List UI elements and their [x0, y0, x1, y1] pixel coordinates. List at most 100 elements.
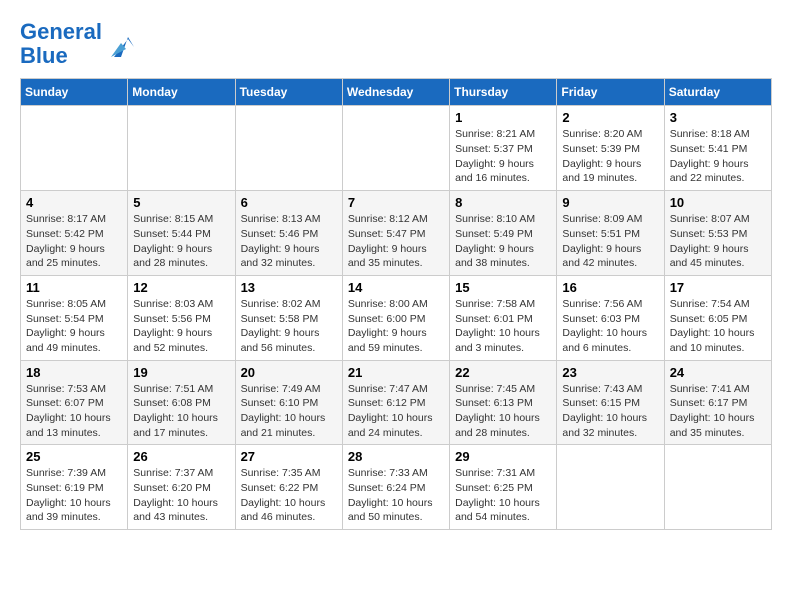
calendar-cell [235, 106, 342, 191]
day-info: Sunrise: 8:09 AM Sunset: 5:51 PM Dayligh… [562, 212, 658, 271]
page-header: General Blue [20, 20, 772, 68]
calendar-cell: 16 Sunrise: 7:56 AM Sunset: 6:03 PM Dayli… [557, 275, 664, 360]
day-info: Sunrise: 8:10 AM Sunset: 5:49 PM Dayligh… [455, 212, 551, 271]
day-number: 17 [670, 280, 766, 295]
day-number: 18 [26, 365, 122, 380]
calendar-cell [21, 106, 128, 191]
calendar-cell: 25 Sunrise: 7:39 AM Sunset: 6:19 PM Dayli… [21, 445, 128, 530]
day-info: Sunrise: 7:53 AM Sunset: 6:07 PM Dayligh… [26, 382, 122, 441]
day-info: Sunrise: 7:31 AM Sunset: 6:25 PM Dayligh… [455, 466, 551, 525]
week-row-5: 25 Sunrise: 7:39 AM Sunset: 6:19 PM Dayli… [21, 445, 772, 530]
weekday-header-tuesday: Tuesday [235, 79, 342, 106]
day-info: Sunrise: 7:54 AM Sunset: 6:05 PM Dayligh… [670, 297, 766, 356]
day-info: Sunrise: 8:20 AM Sunset: 5:39 PM Dayligh… [562, 127, 658, 186]
week-row-2: 4 Sunrise: 8:17 AM Sunset: 5:42 PM Daylig… [21, 191, 772, 276]
day-number: 20 [241, 365, 337, 380]
calendar-cell: 7 Sunrise: 8:12 AM Sunset: 5:47 PM Daylig… [342, 191, 449, 276]
day-number: 16 [562, 280, 658, 295]
day-info: Sunrise: 7:49 AM Sunset: 6:10 PM Dayligh… [241, 382, 337, 441]
logo-icon [106, 29, 136, 59]
day-number: 13 [241, 280, 337, 295]
day-number: 15 [455, 280, 551, 295]
day-info: Sunrise: 7:35 AM Sunset: 6:22 PM Dayligh… [241, 466, 337, 525]
logo-blue: Blue [20, 43, 68, 68]
weekday-header-saturday: Saturday [664, 79, 771, 106]
week-row-4: 18 Sunrise: 7:53 AM Sunset: 6:07 PM Dayli… [21, 360, 772, 445]
day-info: Sunrise: 8:15 AM Sunset: 5:44 PM Dayligh… [133, 212, 229, 271]
weekday-header-friday: Friday [557, 79, 664, 106]
calendar-cell [557, 445, 664, 530]
day-info: Sunrise: 7:39 AM Sunset: 6:19 PM Dayligh… [26, 466, 122, 525]
day-number: 25 [26, 449, 122, 464]
calendar-cell: 23 Sunrise: 7:43 AM Sunset: 6:15 PM Dayli… [557, 360, 664, 445]
day-info: Sunrise: 7:56 AM Sunset: 6:03 PM Dayligh… [562, 297, 658, 356]
calendar-table: SundayMondayTuesdayWednesdayThursdayFrid… [20, 78, 772, 530]
calendar-cell: 22 Sunrise: 7:45 AM Sunset: 6:13 PM Dayli… [450, 360, 557, 445]
day-number: 7 [348, 195, 444, 210]
weekday-header-wednesday: Wednesday [342, 79, 449, 106]
day-info: Sunrise: 7:37 AM Sunset: 6:20 PM Dayligh… [133, 466, 229, 525]
day-info: Sunrise: 8:21 AM Sunset: 5:37 PM Dayligh… [455, 127, 551, 186]
calendar-cell: 19 Sunrise: 7:51 AM Sunset: 6:08 PM Dayli… [128, 360, 235, 445]
day-info: Sunrise: 8:07 AM Sunset: 5:53 PM Dayligh… [670, 212, 766, 271]
calendar-cell: 14 Sunrise: 8:00 AM Sunset: 6:00 PM Dayli… [342, 275, 449, 360]
day-info: Sunrise: 8:13 AM Sunset: 5:46 PM Dayligh… [241, 212, 337, 271]
day-info: Sunrise: 8:18 AM Sunset: 5:41 PM Dayligh… [670, 127, 766, 186]
day-number: 29 [455, 449, 551, 464]
logo-general: General [20, 19, 102, 44]
day-info: Sunrise: 7:51 AM Sunset: 6:08 PM Dayligh… [133, 382, 229, 441]
calendar-cell [664, 445, 771, 530]
logo: General Blue [20, 20, 136, 68]
calendar-cell: 9Sunrise: 8:09 AM Sunset: 5:51 PM Daylig… [557, 191, 664, 276]
day-number: 10 [670, 195, 766, 210]
calendar-cell: 11Sunrise: 8:05 AM Sunset: 5:54 PM Dayli… [21, 275, 128, 360]
day-number: 23 [562, 365, 658, 380]
weekday-header-monday: Monday [128, 79, 235, 106]
day-number: 1 [455, 110, 551, 125]
day-info: Sunrise: 7:33 AM Sunset: 6:24 PM Dayligh… [348, 466, 444, 525]
calendar-cell: 28 Sunrise: 7:33 AM Sunset: 6:24 PM Dayli… [342, 445, 449, 530]
calendar-cell: 13 Sunrise: 8:02 AM Sunset: 5:58 PM Dayli… [235, 275, 342, 360]
calendar-cell: 10 Sunrise: 8:07 AM Sunset: 5:53 PM Dayli… [664, 191, 771, 276]
day-number: 19 [133, 365, 229, 380]
day-info: Sunrise: 7:58 AM Sunset: 6:01 PM Dayligh… [455, 297, 551, 356]
day-number: 24 [670, 365, 766, 380]
day-number: 6 [241, 195, 337, 210]
calendar-cell: 29 Sunrise: 7:31 AM Sunset: 6:25 PM Dayli… [450, 445, 557, 530]
calendar-cell [128, 106, 235, 191]
day-number: 2 [562, 110, 658, 125]
calendar-cell: 24Sunrise: 7:41 AM Sunset: 6:17 PM Dayli… [664, 360, 771, 445]
day-number: 4 [26, 195, 122, 210]
calendar-cell: 3Sunrise: 8:18 AM Sunset: 5:41 PM Daylig… [664, 106, 771, 191]
calendar-cell: 26Sunrise: 7:37 AM Sunset: 6:20 PM Dayli… [128, 445, 235, 530]
day-number: 8 [455, 195, 551, 210]
day-number: 5 [133, 195, 229, 210]
day-info: Sunrise: 7:43 AM Sunset: 6:15 PM Dayligh… [562, 382, 658, 441]
week-row-3: 11Sunrise: 8:05 AM Sunset: 5:54 PM Dayli… [21, 275, 772, 360]
day-info: Sunrise: 8:12 AM Sunset: 5:47 PM Dayligh… [348, 212, 444, 271]
day-number: 21 [348, 365, 444, 380]
calendar-cell: 15 Sunrise: 7:58 AM Sunset: 6:01 PM Dayli… [450, 275, 557, 360]
calendar-cell: 27 Sunrise: 7:35 AM Sunset: 6:22 PM Dayli… [235, 445, 342, 530]
calendar-cell [342, 106, 449, 191]
calendar-cell: 8 Sunrise: 8:10 AM Sunset: 5:49 PM Daylig… [450, 191, 557, 276]
logo-text: General Blue [20, 20, 102, 68]
calendar-cell: 20 Sunrise: 7:49 AM Sunset: 6:10 PM Dayli… [235, 360, 342, 445]
day-info: Sunrise: 7:45 AM Sunset: 6:13 PM Dayligh… [455, 382, 551, 441]
day-number: 27 [241, 449, 337, 464]
day-number: 28 [348, 449, 444, 464]
day-info: Sunrise: 8:05 AM Sunset: 5:54 PM Dayligh… [26, 297, 122, 356]
day-number: 22 [455, 365, 551, 380]
calendar-cell: 5 Sunrise: 8:15 AM Sunset: 5:44 PM Daylig… [128, 191, 235, 276]
day-info: Sunrise: 8:00 AM Sunset: 6:00 PM Dayligh… [348, 297, 444, 356]
calendar-cell: 4 Sunrise: 8:17 AM Sunset: 5:42 PM Daylig… [21, 191, 128, 276]
calendar-cell: 17 Sunrise: 7:54 AM Sunset: 6:05 PM Dayli… [664, 275, 771, 360]
calendar-cell: 21 Sunrise: 7:47 AM Sunset: 6:12 PM Dayli… [342, 360, 449, 445]
day-info: Sunrise: 8:17 AM Sunset: 5:42 PM Dayligh… [26, 212, 122, 271]
day-number: 14 [348, 280, 444, 295]
calendar-cell: 18 Sunrise: 7:53 AM Sunset: 6:07 PM Dayli… [21, 360, 128, 445]
week-row-1: 1 Sunrise: 8:21 AM Sunset: 5:37 PM Daylig… [21, 106, 772, 191]
calendar-cell: 1 Sunrise: 8:21 AM Sunset: 5:37 PM Daylig… [450, 106, 557, 191]
day-info: Sunrise: 8:02 AM Sunset: 5:58 PM Dayligh… [241, 297, 337, 356]
day-info: Sunrise: 7:47 AM Sunset: 6:12 PM Dayligh… [348, 382, 444, 441]
